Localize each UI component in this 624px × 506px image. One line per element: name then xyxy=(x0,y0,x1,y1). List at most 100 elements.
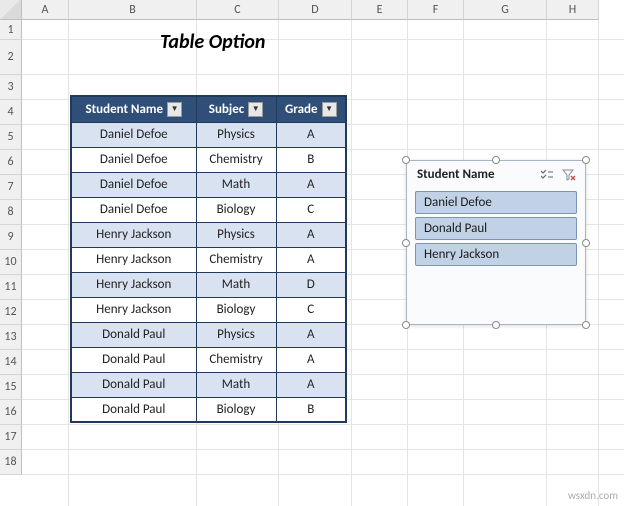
header-label: Grade xyxy=(285,102,318,117)
cell-name[interactable]: Daniel Defoe xyxy=(71,197,196,222)
cell-subject[interactable]: Physics xyxy=(196,122,276,147)
cell-grade[interactable]: B xyxy=(276,397,346,422)
clear-filter-icon[interactable] xyxy=(561,168,577,182)
cell-name[interactable]: Henry Jackson xyxy=(71,247,196,272)
table-row[interactable]: Henry JacksonPhysicsA xyxy=(71,222,346,247)
row-header[interactable]: 5 xyxy=(0,125,22,150)
row-header[interactable]: 11 xyxy=(0,275,22,300)
cell-subject[interactable]: Biology xyxy=(196,397,276,422)
row-header[interactable]: 4 xyxy=(0,100,22,125)
cell-grade[interactable]: A xyxy=(276,347,346,372)
cell-grade[interactable]: A xyxy=(276,122,346,147)
cell-name[interactable]: Donald Paul xyxy=(71,372,196,397)
slicer-title: Student Name xyxy=(417,167,495,182)
page-title: Table Option xyxy=(160,30,265,54)
cell-subject[interactable]: Biology xyxy=(196,297,276,322)
filter-dropdown-icon[interactable]: ▼ xyxy=(248,102,263,117)
column-header[interactable]: C xyxy=(197,0,279,20)
cell-name[interactable]: Donald Paul xyxy=(71,322,196,347)
student-table: Student Name ▼ Subjec ▼ Grade ▼ Daniel D… xyxy=(70,95,347,423)
row-header[interactable]: 2 xyxy=(0,40,22,75)
resize-handle[interactable] xyxy=(492,321,500,329)
resize-handle[interactable] xyxy=(402,156,410,164)
filter-dropdown-icon[interactable]: ▼ xyxy=(322,102,337,117)
row-header[interactable]: 15 xyxy=(0,375,22,400)
cell-name[interactable]: Daniel Defoe xyxy=(71,147,196,172)
cell-name[interactable]: Henry Jackson xyxy=(71,222,196,247)
table-row[interactable]: Daniel DefoeBiologyC xyxy=(71,197,346,222)
header-subject[interactable]: Subjec ▼ xyxy=(196,96,276,122)
cell-grade[interactable]: A xyxy=(276,322,346,347)
cell-name[interactable]: Daniel Defoe xyxy=(71,172,196,197)
slicer-panel[interactable]: Student Name Daniel Defoe Donald Paul Henr… xyxy=(406,160,586,325)
row-header[interactable]: 10 xyxy=(0,250,22,275)
column-header[interactable]: G xyxy=(464,0,547,20)
column-header[interactable]: A xyxy=(22,0,69,20)
resize-handle[interactable] xyxy=(402,321,410,329)
slicer-item[interactable]: Donald Paul xyxy=(415,217,577,240)
row-header[interactable]: 16 xyxy=(0,400,22,425)
cell-name[interactable]: Donald Paul xyxy=(71,397,196,422)
cell-grade[interactable]: A xyxy=(276,222,346,247)
cell-subject[interactable]: Chemistry xyxy=(196,247,276,272)
row-header[interactable]: 12 xyxy=(0,300,22,325)
table-row[interactable]: Henry JacksonMathD xyxy=(71,272,346,297)
resize-handle[interactable] xyxy=(402,239,410,247)
table-row[interactable]: Daniel DefoeMathA xyxy=(71,172,346,197)
row-header[interactable]: 17 xyxy=(0,425,22,450)
table-row[interactable]: Donald PaulPhysicsA xyxy=(71,322,346,347)
row-header[interactable]: 8 xyxy=(0,200,22,225)
row-header[interactable]: 3 xyxy=(0,75,22,100)
table-row[interactable]: Daniel DefoePhysicsA xyxy=(71,122,346,147)
cell-name[interactable]: Daniel Defoe xyxy=(71,122,196,147)
cell-subject[interactable]: Math xyxy=(196,272,276,297)
column-header[interactable]: E xyxy=(352,0,408,20)
cell-grade[interactable]: D xyxy=(276,272,346,297)
cell-subject[interactable]: Physics xyxy=(196,222,276,247)
row-header[interactable]: 9 xyxy=(0,225,22,250)
select-all-corner[interactable] xyxy=(0,0,22,20)
cell-grade[interactable]: A xyxy=(276,172,346,197)
cell-subject[interactable]: Biology xyxy=(196,197,276,222)
column-header[interactable]: D xyxy=(279,0,352,20)
row-header[interactable]: 7 xyxy=(0,175,22,200)
cell-subject[interactable]: Chemistry xyxy=(196,347,276,372)
cell-grade[interactable]: A xyxy=(276,372,346,397)
table-row[interactable]: Donald PaulChemistryA xyxy=(71,347,346,372)
row-header[interactable]: 6 xyxy=(0,150,22,175)
cell-subject[interactable]: Math xyxy=(196,372,276,397)
resize-handle[interactable] xyxy=(582,321,590,329)
cell-name[interactable]: Henry Jackson xyxy=(71,297,196,322)
table-row[interactable]: Daniel DefoeChemistryB xyxy=(71,147,346,172)
cell-subject[interactable]: Physics xyxy=(196,322,276,347)
resize-handle[interactable] xyxy=(582,156,590,164)
cell-name[interactable]: Henry Jackson xyxy=(71,272,196,297)
row-header[interactable]: 13 xyxy=(0,325,22,350)
header-grade[interactable]: Grade ▼ xyxy=(276,96,346,122)
header-student-name[interactable]: Student Name ▼ xyxy=(71,96,196,122)
table-row[interactable]: Donald PaulBiologyB xyxy=(71,397,346,422)
header-label: Student Name xyxy=(85,102,163,117)
column-header[interactable]: B xyxy=(69,0,197,20)
resize-handle[interactable] xyxy=(492,156,500,164)
column-header[interactable]: H xyxy=(547,0,599,20)
cell-grade[interactable]: C xyxy=(276,197,346,222)
table-row[interactable]: Henry JacksonChemistryA xyxy=(71,247,346,272)
slicer-item[interactable]: Daniel Defoe xyxy=(415,191,577,214)
filter-dropdown-icon[interactable]: ▼ xyxy=(167,102,182,117)
row-header[interactable]: 18 xyxy=(0,450,22,475)
multi-select-icon[interactable] xyxy=(539,168,555,182)
row-header[interactable]: 14 xyxy=(0,350,22,375)
cell-grade[interactable]: A xyxy=(276,247,346,272)
cell-subject[interactable]: Chemistry xyxy=(196,147,276,172)
cell-subject[interactable]: Math xyxy=(196,172,276,197)
resize-handle[interactable] xyxy=(582,239,590,247)
row-header[interactable]: 1 xyxy=(0,20,22,40)
column-header[interactable]: F xyxy=(408,0,464,20)
cell-grade[interactable]: C xyxy=(276,297,346,322)
cell-name[interactable]: Donald Paul xyxy=(71,347,196,372)
cell-grade[interactable]: B xyxy=(276,147,346,172)
slicer-item[interactable]: Henry Jackson xyxy=(415,243,577,266)
table-row[interactable]: Henry JacksonBiologyC xyxy=(71,297,346,322)
table-row[interactable]: Donald PaulMathA xyxy=(71,372,346,397)
